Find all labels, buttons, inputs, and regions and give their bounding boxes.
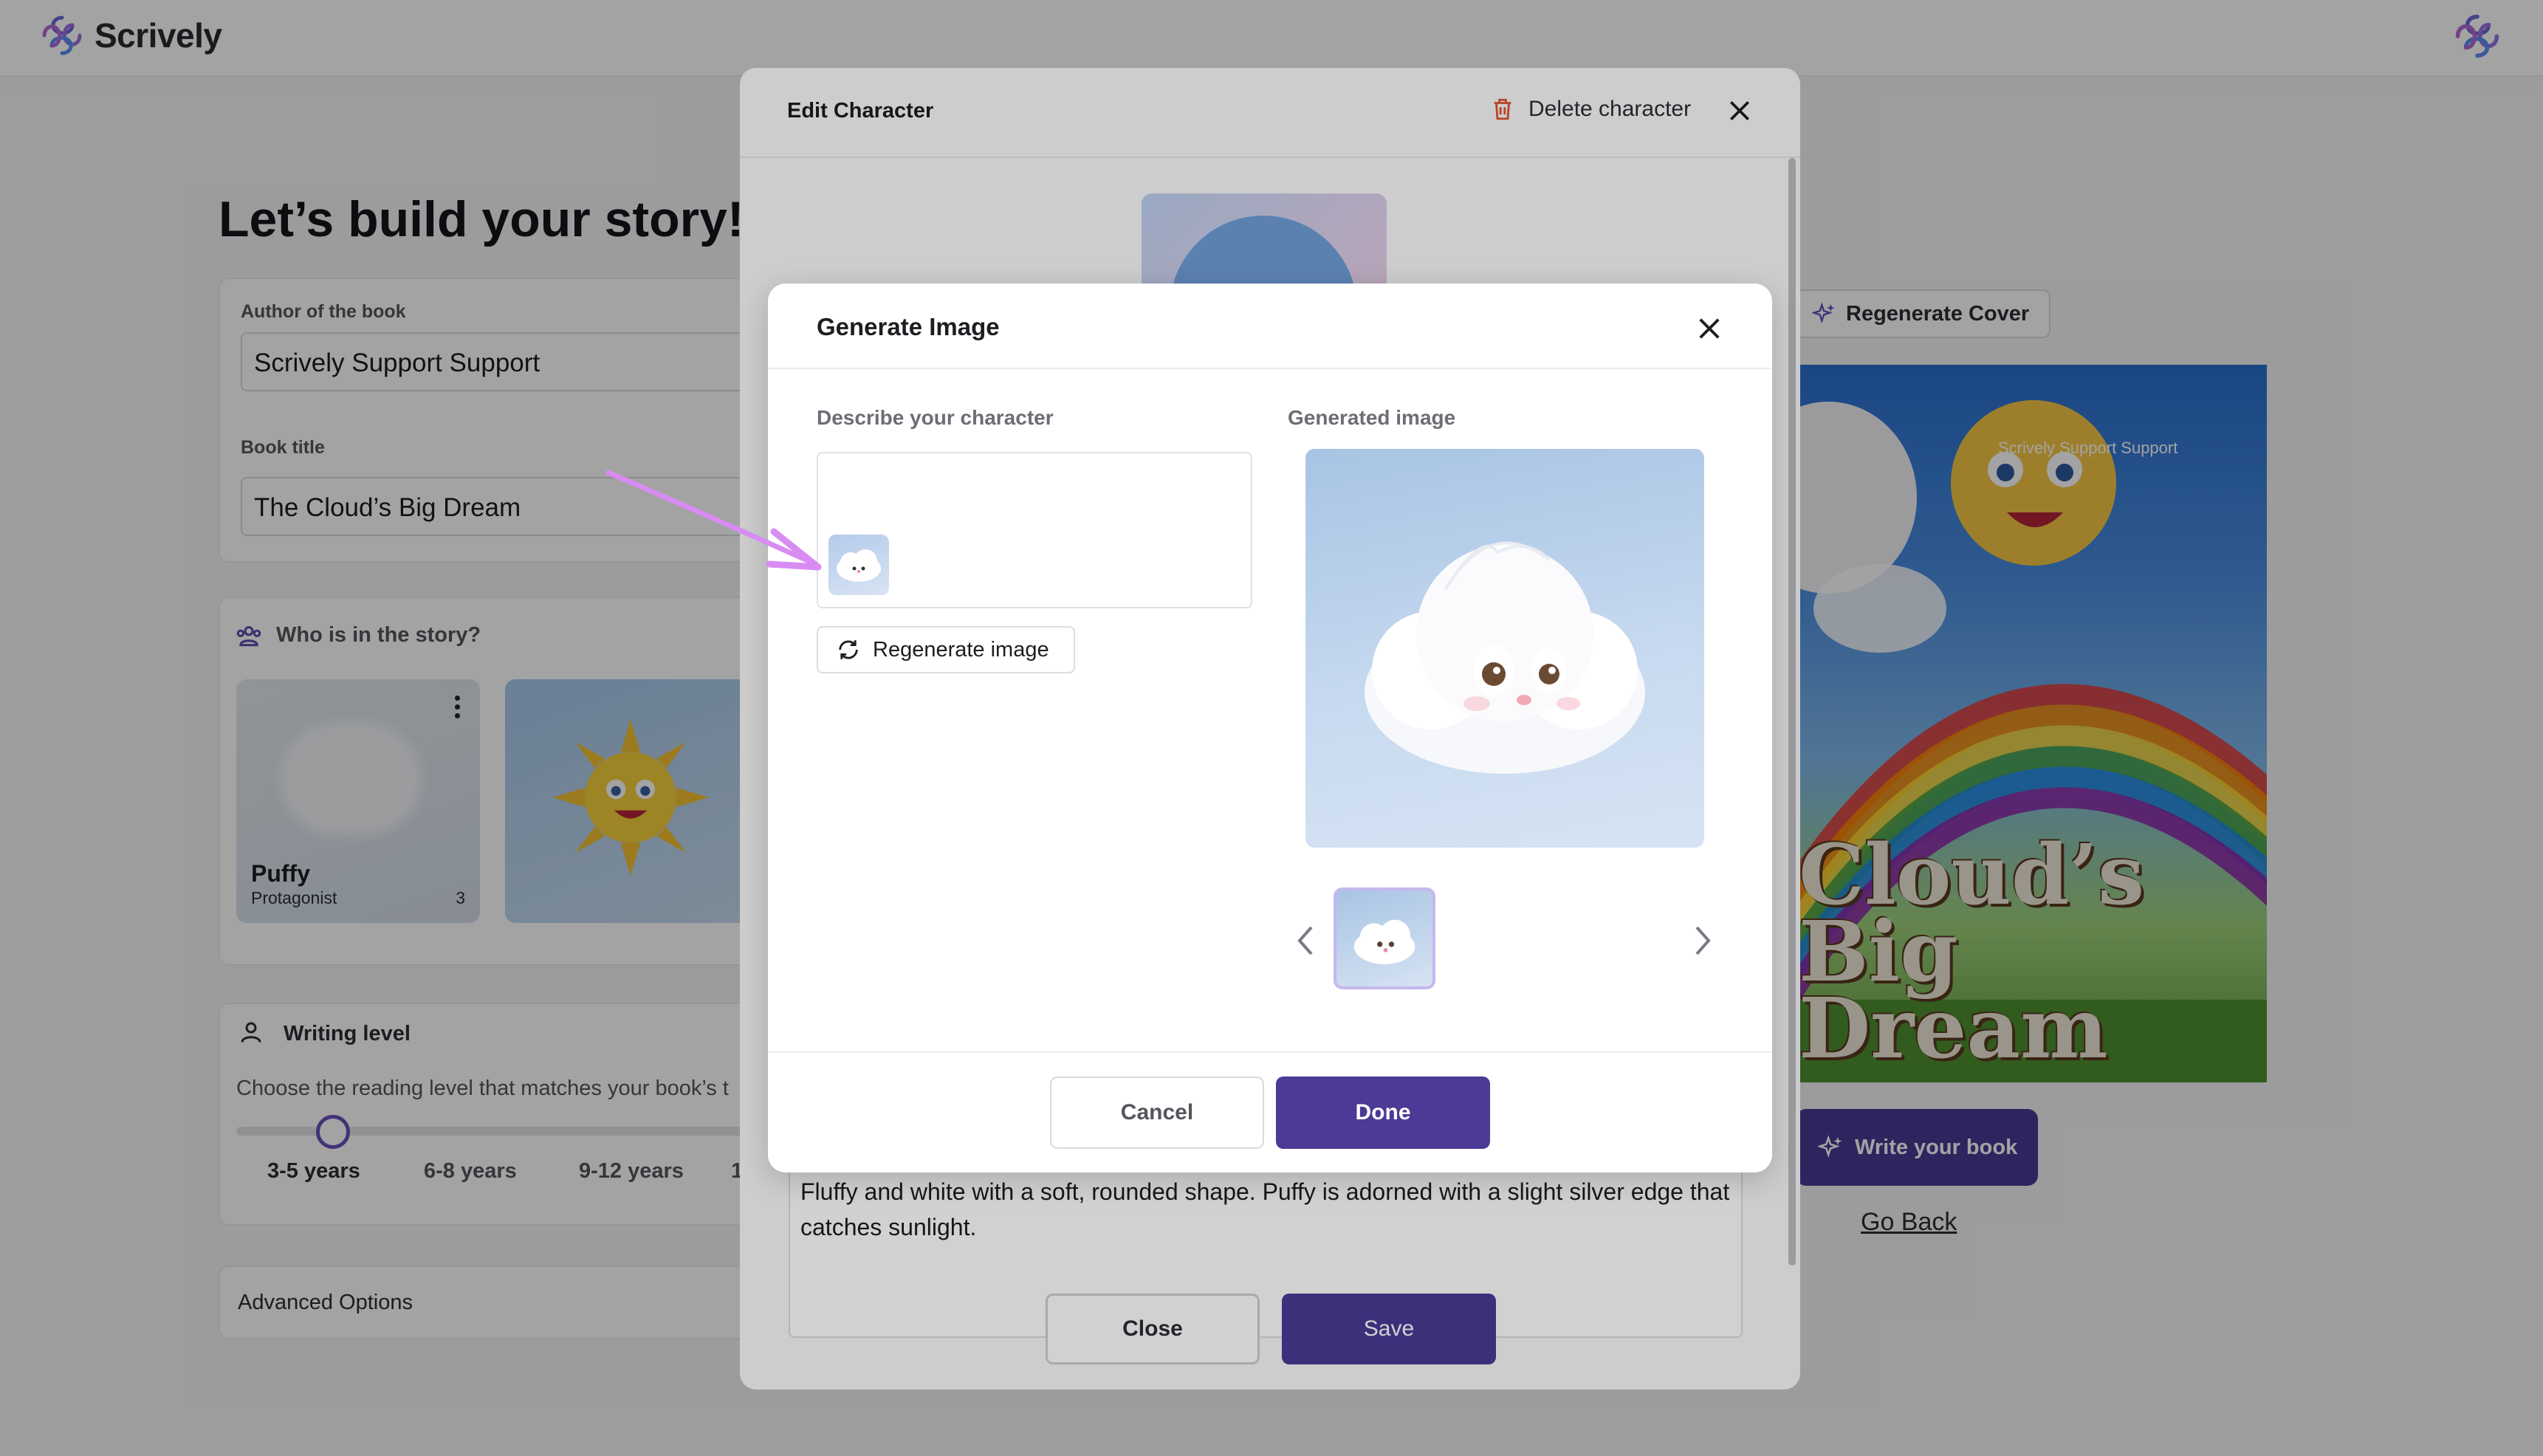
cancel-button[interactable]: Cancel	[1050, 1076, 1264, 1149]
cloud-thumbnail-image	[837, 549, 881, 582]
generated-image-label: Generated image	[1288, 406, 1456, 429]
cloud-character-image	[1365, 541, 1645, 774]
generated-image-preview	[1305, 449, 1704, 848]
annotation-arrow-icon	[605, 470, 822, 571]
refresh-icon	[839, 640, 858, 659]
regenerate-image-label: Regenerate image	[873, 637, 1049, 662]
chevron-right-icon	[1695, 926, 1711, 955]
done-button[interactable]: Done	[1276, 1076, 1490, 1149]
regenerate-image-button[interactable]: Regenerate image	[817, 626, 1075, 673]
close-icon	[1699, 318, 1720, 339]
describe-character-label: Describe your character	[817, 406, 1054, 429]
reference-image-thumbnail[interactable]	[828, 535, 889, 595]
generate-modal-title: Generate Image	[817, 313, 1000, 340]
next-image-button[interactable]	[1691, 923, 1715, 962]
previous-image-button[interactable]	[1294, 923, 1317, 962]
generate-modal-footer-divider	[768, 1051, 1772, 1053]
cloud-thumbnail-image	[1353, 919, 1415, 964]
generate-image-modal: Generate Image Describe your character G…	[768, 284, 1772, 1172]
generate-modal-header: Generate Image	[768, 284, 1772, 369]
generated-image-thumbnail[interactable]	[1334, 887, 1435, 989]
chevron-left-icon	[1297, 926, 1313, 955]
generate-modal-close-button[interactable]	[1694, 313, 1725, 348]
